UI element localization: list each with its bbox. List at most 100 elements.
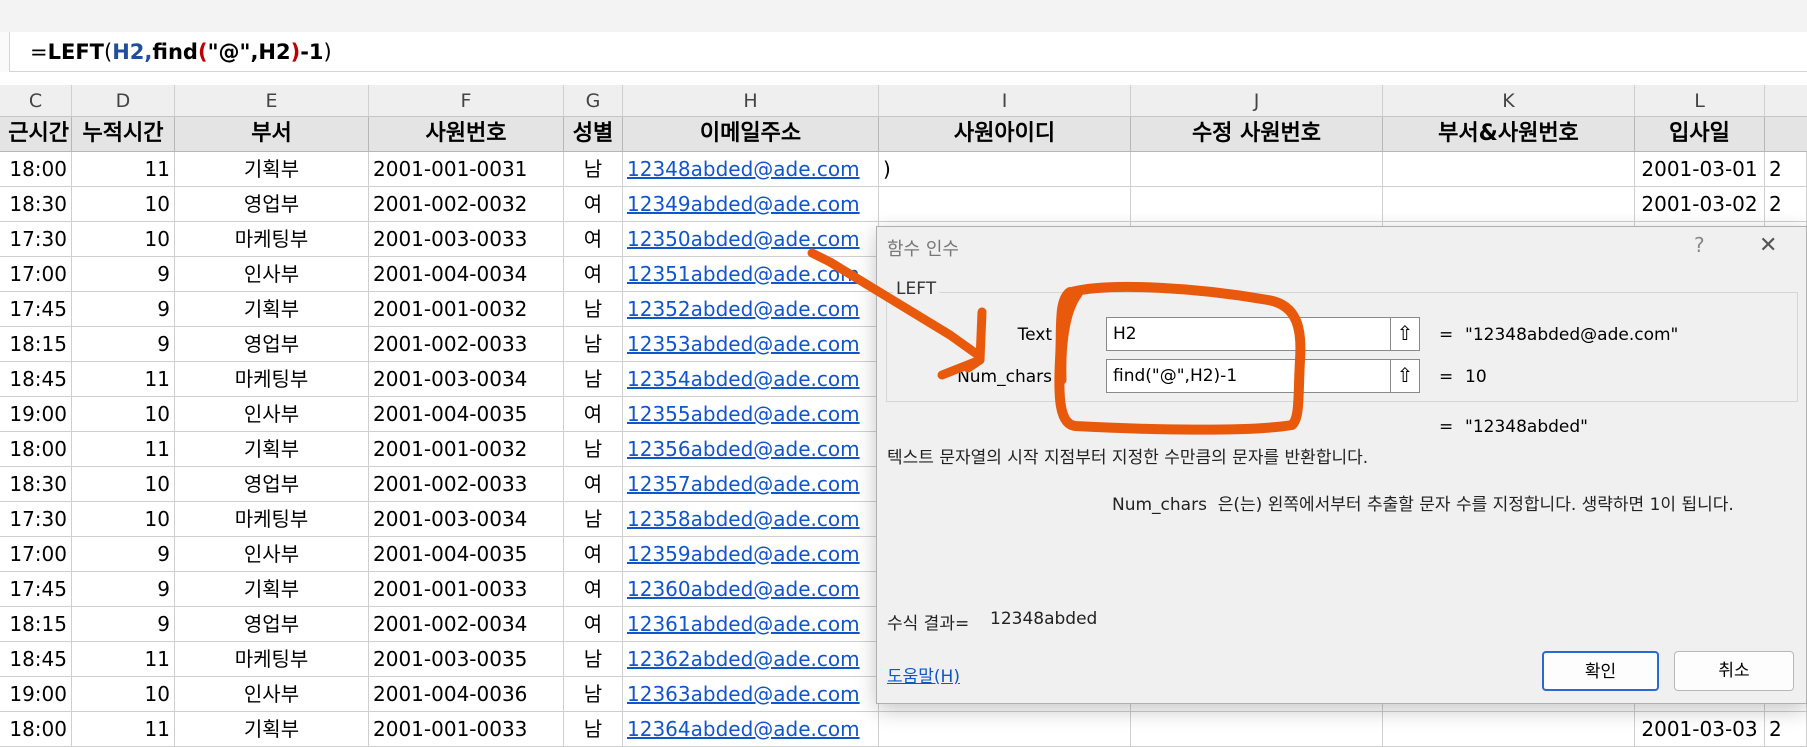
cell-total[interactable]: 11 bbox=[72, 152, 175, 187]
cell-dept[interactable]: 마케팅부 bbox=[175, 362, 369, 397]
cell-m[interactable]: 2 bbox=[1765, 152, 1807, 187]
cell-sex[interactable]: 남 bbox=[564, 642, 623, 677]
cell-total[interactable]: 10 bbox=[72, 677, 175, 712]
cell-dept[interactable]: 인사부 bbox=[175, 537, 369, 572]
collapse-dialog-icon[interactable]: ⇧ bbox=[1390, 317, 1420, 351]
cell-emp[interactable]: 2001-001-0032 bbox=[369, 432, 564, 467]
column-header-c[interactable]: C bbox=[0, 85, 72, 117]
cell-emp[interactable]: 2001-004-0036 bbox=[369, 677, 564, 712]
cell-dept[interactable]: 영업부 bbox=[175, 327, 369, 362]
cell-email[interactable]: 12359abded@ade.com bbox=[623, 537, 879, 572]
cell-emp[interactable]: 2001-004-0034 bbox=[369, 257, 564, 292]
cell-time[interactable]: 19:00 bbox=[0, 397, 72, 432]
cell-email[interactable]: 12348abded@ade.com bbox=[623, 152, 879, 187]
header-cell[interactable]: 근시간 bbox=[0, 117, 72, 152]
close-icon[interactable]: ✕ bbox=[1759, 233, 1777, 258]
formula-bar[interactable]: =LEFT(H2,find("@",H2)-1) bbox=[0, 32, 1807, 72]
ok-button[interactable]: 확인 bbox=[1542, 651, 1659, 691]
cell-total[interactable]: 9 bbox=[72, 327, 175, 362]
cell-dept[interactable]: 인사부 bbox=[175, 677, 369, 712]
cell-total[interactable]: 10 bbox=[72, 397, 175, 432]
cell-email[interactable]: 12362abded@ade.com bbox=[623, 642, 879, 677]
cell-email[interactable]: 12353abded@ade.com bbox=[623, 327, 879, 362]
cell-email[interactable]: 12354abded@ade.com bbox=[623, 362, 879, 397]
header-cell[interactable]: 성별 bbox=[564, 117, 623, 152]
cell-dept[interactable]: 마케팅부 bbox=[175, 222, 369, 257]
cell-time[interactable]: 18:30 bbox=[0, 187, 72, 222]
column-header-i[interactable]: I bbox=[879, 85, 1131, 117]
cell-sex[interactable]: 여 bbox=[564, 607, 623, 642]
cell-email[interactable]: 12357abded@ade.com bbox=[623, 467, 879, 502]
cell-sex[interactable]: 남 bbox=[564, 152, 623, 187]
cell-email[interactable]: 12350abded@ade.com bbox=[623, 222, 879, 257]
cell-email[interactable]: 12360abded@ade.com bbox=[623, 572, 879, 607]
column-header-f[interactable]: F bbox=[369, 85, 564, 117]
cell-time[interactable]: 18:30 bbox=[0, 467, 72, 502]
cell-total[interactable]: 9 bbox=[72, 607, 175, 642]
column-header-g[interactable]: G bbox=[564, 85, 623, 117]
cell-email[interactable]: 12363abded@ade.com bbox=[623, 677, 879, 712]
cell-time[interactable]: 17:00 bbox=[0, 537, 72, 572]
cell-total[interactable]: 9 bbox=[72, 257, 175, 292]
header-cell[interactable]: 수정 사원번호 bbox=[1131, 117, 1383, 152]
cell-dept[interactable]: 기획부 bbox=[175, 572, 369, 607]
num-chars-arg-input[interactable]: find("@",H2)-1 bbox=[1106, 359, 1396, 393]
cell-emp[interactable]: 2001-002-0034 bbox=[369, 607, 564, 642]
cell-time[interactable]: 17:00 bbox=[0, 257, 72, 292]
cell-total[interactable]: 9 bbox=[72, 572, 175, 607]
cell-id[interactable]: ) bbox=[879, 152, 1131, 187]
cell-time[interactable]: 18:45 bbox=[0, 362, 72, 397]
header-cell[interactable]: 사원아이디 bbox=[879, 117, 1131, 152]
cell-sex[interactable]: 여 bbox=[564, 572, 623, 607]
cell-time[interactable]: 18:00 bbox=[0, 152, 72, 187]
cell-emp[interactable]: 2001-001-0033 bbox=[369, 572, 564, 607]
cell-sex[interactable]: 여 bbox=[564, 397, 623, 432]
header-cell[interactable]: 입사일 bbox=[1635, 117, 1765, 152]
cell-time[interactable]: 18:00 bbox=[0, 432, 72, 467]
cell-dept[interactable]: 기획부 bbox=[175, 152, 369, 187]
collapse-dialog-icon[interactable]: ⇧ bbox=[1390, 359, 1420, 393]
cell-time[interactable]: 17:30 bbox=[0, 222, 72, 257]
cell-emp[interactable]: 2001-003-0034 bbox=[369, 502, 564, 537]
header-cell[interactable]: 누적시간 bbox=[72, 117, 175, 152]
help-link[interactable]: 도움말(H) bbox=[887, 662, 960, 687]
cell-empty[interactable] bbox=[1383, 152, 1635, 187]
cell-email[interactable]: 12356abded@ade.com bbox=[623, 432, 879, 467]
column-header-d[interactable]: D bbox=[72, 85, 175, 117]
cell-m[interactable]: 2 bbox=[1765, 187, 1807, 222]
cell-sex[interactable]: 여 bbox=[564, 222, 623, 257]
column-header-l[interactable]: L bbox=[1635, 85, 1765, 117]
cell-emp[interactable]: 2001-003-0033 bbox=[369, 222, 564, 257]
cell-dept[interactable]: 영업부 bbox=[175, 467, 369, 502]
column-header-e[interactable]: E bbox=[175, 85, 369, 117]
cell-email[interactable]: 12355abded@ade.com bbox=[623, 397, 879, 432]
cell-time[interactable]: 17:45 bbox=[0, 572, 72, 607]
cell-dept[interactable]: 영업부 bbox=[175, 607, 369, 642]
cell-time[interactable]: 17:30 bbox=[0, 502, 72, 537]
cell-empty[interactable] bbox=[1131, 152, 1383, 187]
cell-time[interactable]: 17:45 bbox=[0, 292, 72, 327]
cell-sex[interactable]: 여 bbox=[564, 187, 623, 222]
cell-email[interactable]: 12349abded@ade.com bbox=[623, 187, 879, 222]
cell-hire[interactable]: 2001-03-01 bbox=[1635, 152, 1765, 187]
cell-time[interactable]: 18:15 bbox=[0, 327, 72, 362]
header-cell[interactable]: 부서 bbox=[175, 117, 369, 152]
cell-emp[interactable]: 2001-004-0035 bbox=[369, 537, 564, 572]
column-header-h[interactable]: H bbox=[623, 85, 879, 117]
cell-total[interactable]: 11 bbox=[72, 362, 175, 397]
cell-empty[interactable] bbox=[1383, 187, 1635, 222]
help-icon[interactable]: ? bbox=[1694, 233, 1705, 257]
text-arg-input[interactable]: H2 bbox=[1106, 317, 1396, 351]
function-arguments-dialog[interactable]: 함수 인수 ? ✕ LEFT Text H2 ⇧ = "12348abded@a… bbox=[876, 226, 1807, 704]
cell-email[interactable]: 12358abded@ade.com bbox=[623, 502, 879, 537]
column-header-j[interactable]: J bbox=[1131, 85, 1383, 117]
formula-text[interactable]: =LEFT(H2,find("@",H2)-1) bbox=[30, 37, 332, 67]
cell-dept[interactable]: 기획부 bbox=[175, 292, 369, 327]
cell-emp[interactable]: 2001-001-0032 bbox=[369, 292, 564, 327]
cell-sex[interactable]: 남 bbox=[564, 502, 623, 537]
cell-emp[interactable]: 2001-004-0035 bbox=[369, 397, 564, 432]
column-header-k[interactable]: K bbox=[1383, 85, 1635, 117]
cell-sex[interactable]: 여 bbox=[564, 467, 623, 502]
cell-sex[interactable]: 남 bbox=[564, 432, 623, 467]
cell-emp[interactable]: 2001-002-0033 bbox=[369, 467, 564, 502]
